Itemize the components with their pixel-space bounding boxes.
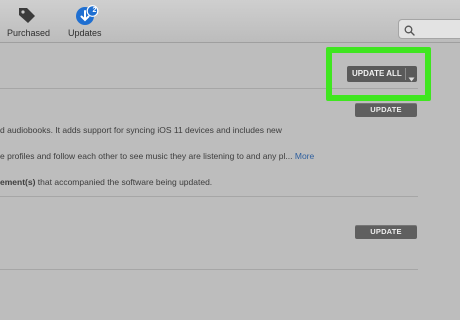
- update-description-rest: that accompanied the software being upda…: [35, 177, 213, 187]
- update-button-2[interactable]: UPDATE: [355, 225, 417, 239]
- divider: [0, 196, 418, 197]
- tab-updates[interactable]: 2 Updates: [64, 0, 108, 42]
- search-icon: [404, 23, 415, 41]
- tab-updates-label: Updates: [68, 28, 102, 38]
- update-description-line-2: e profiles and follow each other to see …: [0, 151, 314, 161]
- tab-purchased[interactable]: Purchased: [0, 0, 56, 42]
- update-description-line-3: ement(s) that accompanied the software b…: [0, 177, 212, 187]
- update-description-bold: ement(s): [0, 177, 36, 187]
- tab-purchased-label: Purchased: [7, 28, 51, 38]
- tag-icon: [17, 6, 37, 24]
- update-description-line-1: d audiobooks. It adds support for syncin…: [0, 125, 282, 135]
- highlight-box: [326, 47, 431, 101]
- divider: [0, 269, 418, 270]
- toolbar: Purchased 2 Updates: [0, 0, 460, 43]
- search-input[interactable]: [398, 19, 460, 39]
- update-button-1[interactable]: UPDATE: [355, 103, 417, 117]
- more-link[interactable]: More: [295, 151, 314, 161]
- update-description-text: e profiles and follow each other to see …: [0, 151, 293, 161]
- updates-badge: 2: [92, 7, 97, 14]
